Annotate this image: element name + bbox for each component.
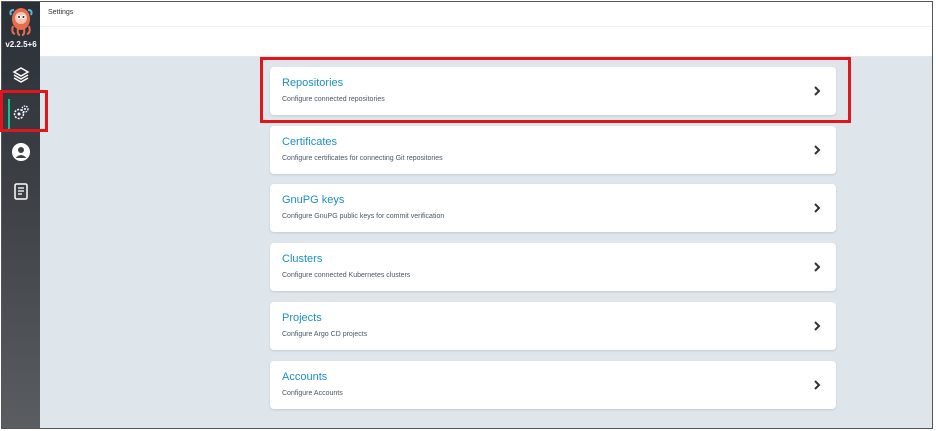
settings-card-clusters[interactable]: Clusters Configure connected Kubernetes … [270, 243, 836, 291]
sidebar-item-user-info[interactable] [11, 142, 31, 167]
sidebar-item-documentation[interactable] [11, 182, 31, 206]
card-title: GnuPG keys [282, 194, 345, 206]
page-title: Settings [48, 9, 74, 16]
settings-card-repositories[interactable]: Repositories Configure connected reposit… [270, 67, 836, 115]
divider [40, 26, 932, 27]
sidebar: v2.2.5+6 [2, 2, 40, 428]
settings-card-accounts[interactable]: Accounts Configure Accounts [270, 361, 836, 409]
card-description: Configure connected Kubernetes clusters [282, 272, 411, 279]
version-label: v2.2.5+6 [5, 40, 37, 49]
chevron-right-icon [814, 145, 821, 155]
chevron-right-icon [814, 262, 821, 272]
active-indicator [8, 99, 10, 129]
chevron-right-icon [814, 203, 821, 213]
card-description: Configure GnuPG public keys for commit v… [282, 213, 445, 220]
argo-logo-icon[interactable] [8, 6, 34, 36]
card-description: Configure Accounts [282, 390, 343, 397]
chevron-right-icon [814, 321, 821, 331]
settings-content: Repositories Configure connected reposit… [40, 57, 932, 428]
user-circle-icon [11, 142, 31, 167]
sidebar-item-applications[interactable] [11, 66, 31, 89]
book-icon [13, 182, 29, 206]
chevron-right-icon [814, 380, 821, 390]
card-title: Certificates [282, 136, 338, 148]
settings-card-projects[interactable]: Projects Configure Argo CD projects [270, 302, 836, 350]
card-title: Clusters [282, 253, 323, 265]
sidebar-item-settings[interactable] [11, 104, 31, 127]
layers-icon [12, 66, 30, 89]
top-bar: Settings [40, 2, 932, 57]
card-description: Configure certificates for connecting Gi… [282, 155, 443, 162]
settings-card-certificates[interactable]: Certificates Configure certificates for … [270, 126, 836, 174]
card-description: Configure Argo CD projects [282, 331, 368, 338]
gears-icon [12, 104, 30, 127]
app-window: v2.2.5+6 Settings Repositories Configure… [1, 1, 933, 429]
card-title: Projects [282, 312, 322, 324]
card-description: Configure connected repositories [282, 96, 385, 103]
card-title: Repositories [282, 77, 344, 89]
settings-card-gnupg-keys[interactable]: GnuPG keys Configure GnuPG public keys f… [270, 184, 836, 232]
chevron-right-icon [814, 86, 821, 96]
card-title: Accounts [282, 371, 328, 383]
